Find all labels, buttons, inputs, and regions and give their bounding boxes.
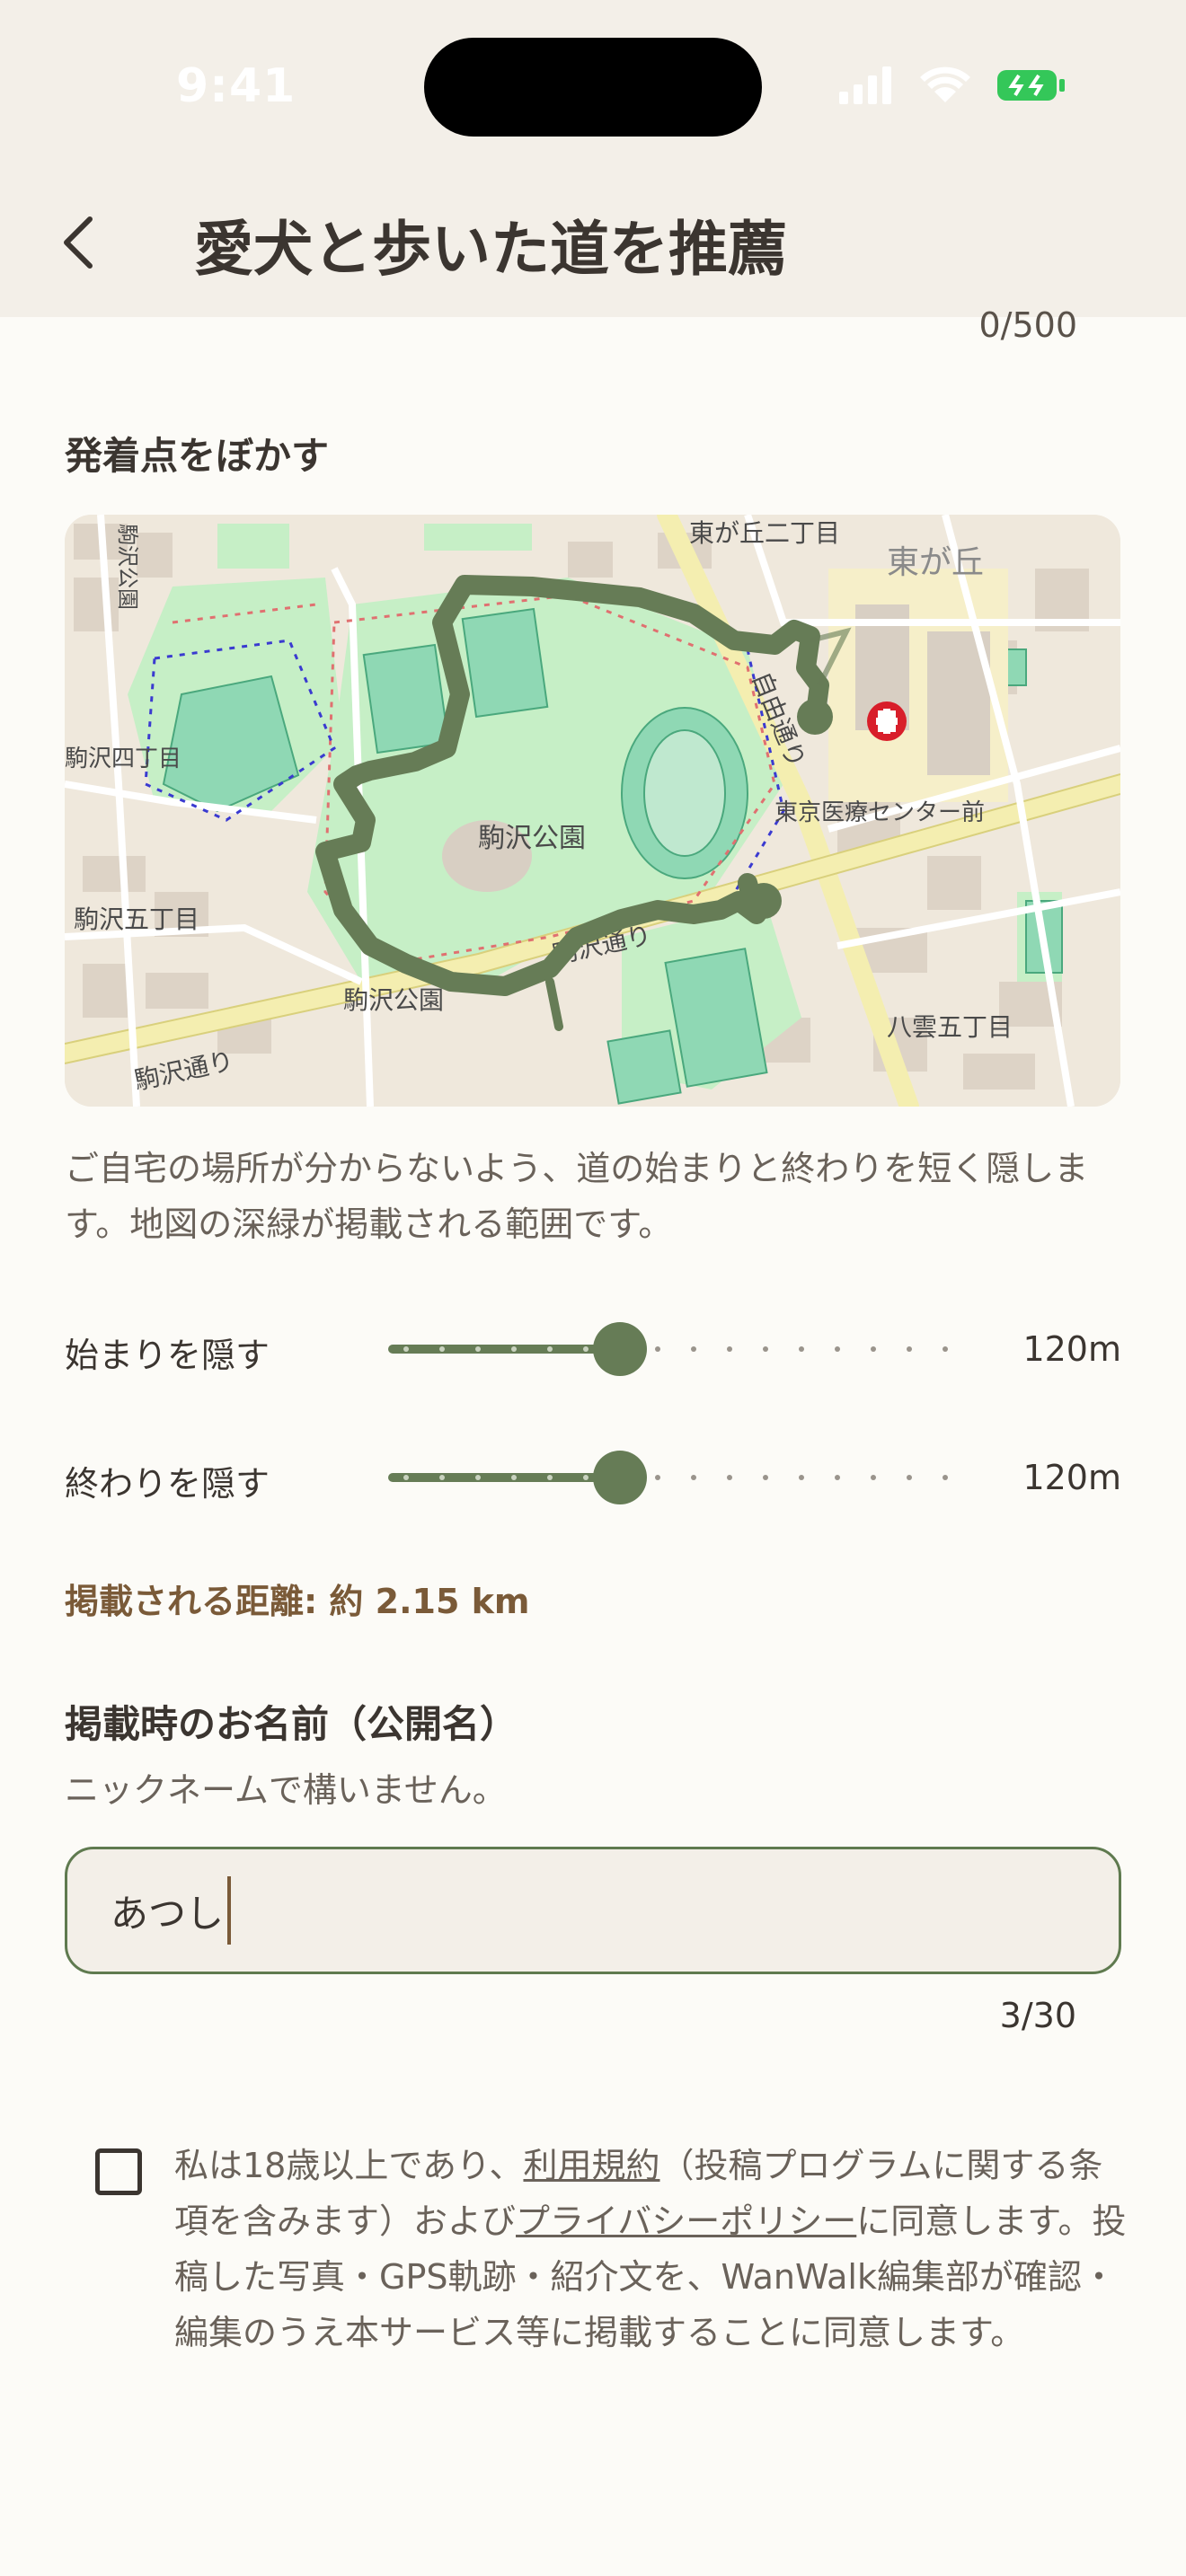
map-label-yakumo-5: 八雲五丁目 <box>887 1012 1013 1042</box>
route-end-marker <box>746 883 782 919</box>
status-time: 9:41 <box>176 59 296 113</box>
public-name-value: あつし <box>111 1891 225 1936</box>
header: 9:41 愛犬と歩いた道を推薦 <box>0 0 1186 317</box>
slider-hide-end: 終わりを隠す 120m <box>65 1442 1121 1513</box>
consent-checkbox[interactable] <box>95 2148 142 2195</box>
slider-hide-start-thumb <box>593 1322 647 1376</box>
slider-hide-start: 始まりを隠す 120m <box>65 1313 1121 1385</box>
page-title: 愛犬と歩いた道を推薦 <box>194 215 787 284</box>
route-map[interactable]: 東が丘二丁目 東が丘 自由通り 東京医療センター前 駒沢公園 駒沢通り 駒沢公園… <box>65 515 1120 1107</box>
wifi-icon <box>920 66 970 102</box>
map-label-higashigaoka: 東が丘 <box>887 544 984 581</box>
slider-hide-start-label: 始まりを隠す <box>65 1336 270 1375</box>
map-label-komazawa-park: 駒沢公園 <box>478 823 586 854</box>
name-section-label: 掲載時のお名前（公開名） <box>65 1702 518 1746</box>
slider-hide-end-value: 120m <box>1022 1458 1121 1497</box>
terms-link[interactable]: 利用規約 <box>523 2146 659 2185</box>
route-start-marker <box>797 699 833 735</box>
signal-icon <box>839 66 891 104</box>
privacy-policy-link[interactable]: プライバシーポリシー <box>516 2201 856 2241</box>
map-label-higashigaoka-nichome: 東が丘二丁目 <box>689 518 840 548</box>
text-caret <box>227 1876 232 1945</box>
map-label-medical-center: 東京医療センター前 <box>774 799 985 826</box>
name-char-count: 3/30 <box>999 1996 1076 2035</box>
consent-text-part1: 私は18歳以上であり、 <box>174 2146 524 2185</box>
map-label-komazawa-4: 駒沢四丁目 <box>65 745 181 772</box>
published-distance: 掲載される距離: 約 2.15 km <box>65 1582 530 1621</box>
blur-help-text: ご自宅の場所が分からないよう、道の始まりと終わりを短く隠します。地図の深緑が掲載… <box>65 1149 1089 1244</box>
description-char-count: 0/500 <box>978 305 1077 345</box>
consent-text: 私は18歳以上であり、利用規約（投稿プログラムに関する条項を含みます）およびプラ… <box>174 2138 1127 2360</box>
name-section-subtext: ニックネームで構いません。 <box>65 1770 507 1810</box>
map-label-komazawa-park-2: 駒沢公園 <box>343 985 444 1015</box>
slider-hide-end-thumb <box>593 1451 647 1504</box>
map-label-komazawa-park-3: 駒沢公園 <box>115 524 140 610</box>
battery-icon <box>997 70 1065 101</box>
public-name-input[interactable]: あつし <box>65 1847 1121 1974</box>
back-button[interactable] <box>50 207 104 278</box>
slider-hide-start-value: 120m <box>1022 1329 1121 1369</box>
slider-hide-end-track[interactable] <box>388 1442 999 1513</box>
blur-section-label: 発着点をぼかす <box>65 434 330 478</box>
map-label-komazawa-5: 駒沢五丁目 <box>74 904 199 934</box>
dynamic-island <box>424 38 762 137</box>
slider-hide-start-track[interactable] <box>388 1313 999 1385</box>
status-icons <box>839 63 1073 108</box>
chevron-left-icon <box>64 216 93 269</box>
slider-hide-end-label: 終わりを隠す <box>65 1464 270 1504</box>
